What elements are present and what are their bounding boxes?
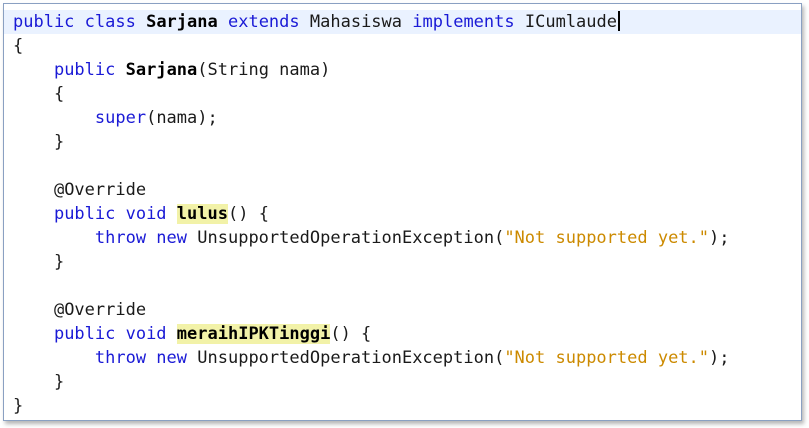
code-line-close-brace[interactable]: }: [13, 370, 64, 394]
code-line-close-brace[interactable]: }: [13, 130, 64, 154]
code-line-open-brace[interactable]: {: [13, 34, 23, 58]
override-annotation: @Override: [53, 300, 147, 320]
method-signature-rest: () {: [227, 204, 269, 224]
code-line-method-lulus[interactable]: public void lulus() {: [13, 202, 269, 226]
exception-class: UnsupportedOperationException(: [197, 348, 505, 368]
keyword-public-class: public class: [13, 12, 136, 32]
override-annotation: @Override: [53, 180, 147, 200]
code-line-class-close-brace[interactable]: }: [13, 394, 23, 418]
statement-end: );: [709, 348, 730, 368]
brace: }: [53, 252, 65, 272]
constructor-params: (String nama): [197, 60, 331, 80]
string-literal: "Not supported yet.": [504, 348, 710, 368]
keyword-throw-new: throw new: [94, 228, 188, 248]
keyword-extends: extends: [227, 12, 300, 32]
code-line-open-brace[interactable]: {: [13, 82, 64, 106]
statement-end: );: [709, 228, 730, 248]
text-caret: [618, 11, 620, 31]
string-literal: "Not supported yet.": [504, 228, 710, 248]
code-line-class-declaration[interactable]: public class Sarjana extends Mahasiswa i…: [4, 10, 801, 34]
brace: }: [13, 396, 24, 416]
keyword-public-void: public void: [53, 324, 167, 344]
code-line-throw[interactable]: throw new UnsupportedOperationException(…: [13, 226, 730, 250]
code-line-method-meraihipktinggi[interactable]: public void meraihIPKTinggi() {: [13, 322, 371, 346]
method-name-meraihipktinggi: meraihIPKTinggi: [176, 324, 331, 344]
super-args: (nama);: [146, 108, 218, 128]
constructor-name: Sarjana: [125, 60, 198, 80]
keyword-public-void: public void: [53, 204, 167, 224]
code-line-close-brace[interactable]: }: [13, 250, 64, 274]
brace: }: [53, 372, 65, 392]
method-signature-rest: () {: [330, 324, 372, 344]
method-name-lulus: lulus: [176, 204, 228, 224]
code-line-annotation[interactable]: @Override: [13, 298, 146, 322]
code-editor[interactable]: public class Sarjana extends Mahasiswa i…: [3, 3, 802, 421]
code-line-annotation[interactable]: @Override: [13, 178, 146, 202]
code-line-super-call[interactable]: super(nama);: [13, 106, 218, 130]
keyword-implements: implements: [412, 12, 515, 32]
exception-class: UnsupportedOperationException(: [197, 228, 505, 248]
parent-class-name: Mahasiswa: [309, 12, 403, 32]
class-name: Sarjana: [146, 12, 218, 32]
brace: }: [53, 132, 65, 152]
interface-name: ICumlaude: [524, 12, 617, 32]
brace: {: [13, 36, 24, 56]
code-line-constructor[interactable]: public Sarjana(String nama): [13, 58, 330, 82]
keyword-throw-new: throw new: [94, 348, 188, 368]
keyword-public: public: [53, 60, 116, 80]
code-line-throw[interactable]: throw new UnsupportedOperationException(…: [13, 346, 730, 370]
keyword-super: super: [94, 108, 147, 128]
brace: {: [53, 84, 65, 104]
